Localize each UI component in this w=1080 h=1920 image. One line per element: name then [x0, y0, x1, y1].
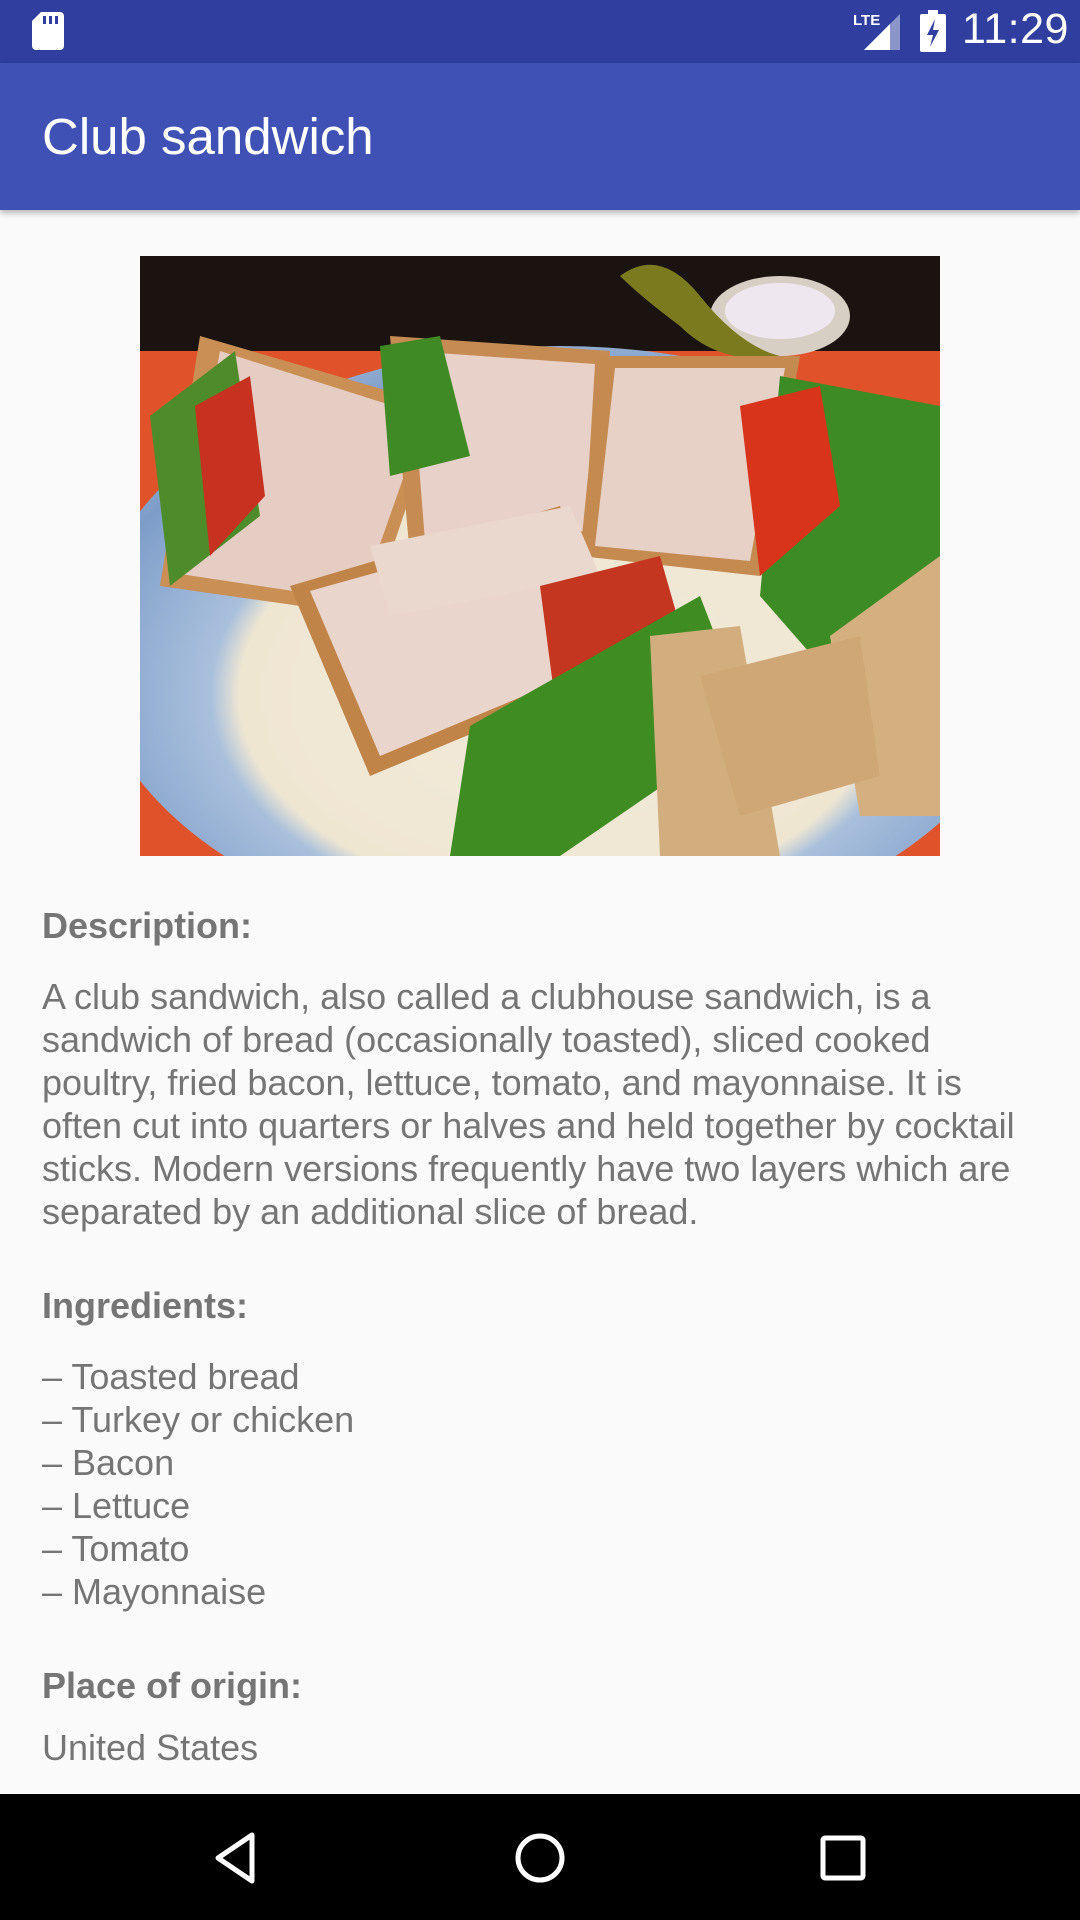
navigation-bar: [0, 1794, 1080, 1920]
list-item: – Lettuce: [42, 1485, 191, 1526]
sd-card-icon: [32, 12, 64, 50]
list-item: – Toasted bread: [42, 1356, 300, 1397]
origin-label: Place of origin:: [42, 1665, 303, 1706]
svg-text:LTE: LTE: [853, 12, 880, 29]
list-item: – Bacon: [42, 1442, 175, 1483]
status-bar: LTE 11:29: [0, 0, 1080, 63]
page-title: Club sandwich: [42, 108, 374, 165]
battery-charging-icon: [920, 10, 946, 52]
description-label: Description:: [42, 905, 253, 946]
home-icon[interactable]: [509, 1827, 571, 1889]
list-item: – Turkey or chicken: [42, 1399, 355, 1440]
status-clock: 11:29: [962, 5, 1069, 53]
detail-content[interactable]: Description: A club sandwich, also calle…: [0, 210, 1080, 1794]
app-bar: Club sandwich: [0, 63, 1080, 210]
ingredients-label: Ingredients:: [42, 1285, 249, 1326]
ingredients-list: – Toasted bread – Turkey or chicken – Ba…: [42, 1355, 1042, 1613]
lte-signal-icon: LTE: [853, 12, 900, 50]
recents-icon[interactable]: [812, 1827, 874, 1889]
list-item: – Mayonnaise: [42, 1571, 267, 1612]
back-icon[interactable]: [206, 1827, 268, 1889]
description-text: A club sandwich, also called a clubhouse…: [42, 976, 1015, 1232]
list-item: – Tomato: [42, 1528, 190, 1569]
sandwich-photo: [140, 256, 940, 856]
origin-value: United States: [42, 1727, 259, 1768]
